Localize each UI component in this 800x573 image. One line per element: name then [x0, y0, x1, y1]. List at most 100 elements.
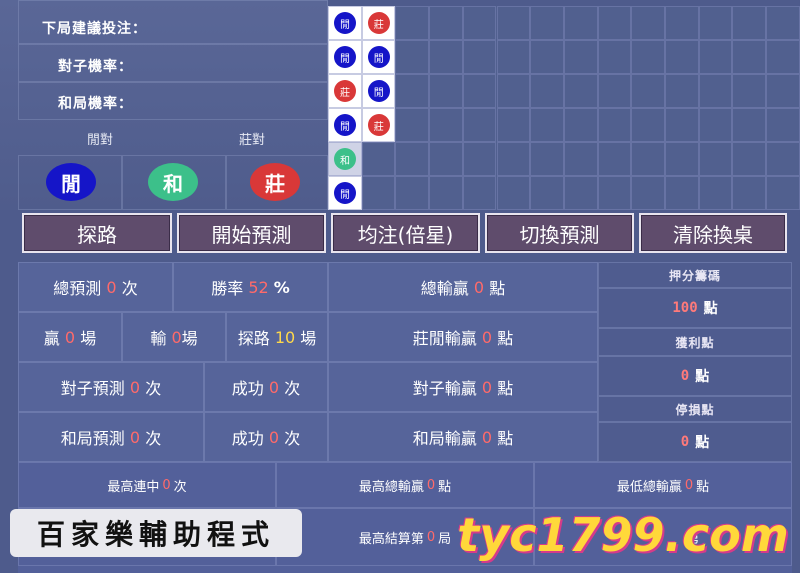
pair-success: 成功 0 次 [204, 362, 328, 412]
min-total-win-loss: 最低總輸贏 0 點 [534, 462, 792, 508]
bead-cell [597, 142, 632, 176]
profit-value-field[interactable]: 0點 [598, 356, 792, 396]
bead-cell [395, 142, 430, 176]
bead-cell [563, 74, 598, 108]
tie-win-loss-value: 0 [481, 427, 493, 447]
bead-cell-filled: 閒 [361, 74, 396, 108]
bead-cell [496, 142, 531, 176]
tie-button[interactable]: 和 [148, 163, 198, 201]
bead-cell [429, 108, 463, 142]
wins: 贏 0 場 [18, 312, 122, 362]
chip-label: 押分籌碼 [598, 262, 792, 288]
bead-cell [665, 40, 699, 74]
bead-cell [732, 40, 767, 74]
max-streak-unit: 次 [173, 479, 187, 495]
win-rate: 勝率 52 % [173, 262, 328, 312]
bead-cell [429, 74, 463, 108]
losses-label: 輸 [150, 329, 167, 348]
tie-rate-label: 和局機率： [58, 96, 133, 112]
bead-cell [597, 40, 632, 74]
road-count-label: 探路 [237, 329, 270, 348]
bp-win-loss-value: 0 [481, 327, 493, 347]
pair-pred-unit: 次 [145, 379, 162, 398]
bead-cell-filled: 莊 [361, 108, 396, 142]
stop-loss-unit: 點 [695, 435, 710, 451]
bead-cell-filled: 莊 [328, 74, 362, 108]
bead-cell [597, 108, 632, 142]
bead-cell [496, 40, 531, 74]
bead-cell [732, 176, 767, 210]
bead-cell [361, 176, 396, 210]
banker-player-win-loss: 莊閒輸贏 0 點 [328, 312, 598, 362]
bead-cell [462, 108, 497, 142]
min-total-label: 最低總輸贏 [616, 479, 682, 495]
bp-win-loss-label: 莊閒輸贏 [412, 329, 477, 348]
switch-predict-button[interactable]: 切換預測 [485, 213, 634, 253]
prediction-panel: 下局建議投注： 對子機率： 和局機率： 閒對 莊對 閒 和 莊 [0, 0, 328, 210]
tie-pred-unit: 次 [145, 429, 162, 448]
min-total-unit: 點 [696, 479, 710, 495]
total-pred-label: 總預測 [53, 279, 102, 298]
tie-win-loss-label: 和局輸贏 [412, 429, 477, 448]
bead-cell [462, 6, 497, 40]
max-total-label: 最高總輸贏 [358, 479, 424, 495]
bead-cell [698, 176, 733, 210]
pair-win-loss-label: 對子輸贏 [412, 379, 477, 398]
banker-pair-label: 莊對 [238, 133, 265, 148]
stop-loss-value-field[interactable]: 0點 [598, 422, 792, 462]
tie-success: 成功 0 次 [204, 412, 328, 462]
stop-loss-label: 停損點 [598, 396, 792, 422]
bead-cell [732, 6, 767, 40]
bead-cell [665, 6, 699, 40]
total-predictions: 總預測 0 次 [18, 262, 173, 312]
pair-win-loss-value: 0 [481, 377, 493, 397]
player-pair-label: 閒對 [86, 133, 113, 148]
bead-cell [530, 40, 564, 74]
bead-cell [766, 40, 800, 74]
player-button[interactable]: 閒 [46, 163, 96, 201]
banker-button[interactable]: 莊 [250, 163, 300, 201]
bead-cell [563, 108, 598, 142]
road-button[interactable]: 探路 [22, 213, 172, 253]
losses: 輸 0場 [122, 312, 226, 362]
profit-value: 0 [680, 368, 690, 384]
bead-cell [530, 108, 564, 142]
bead-cell-filled: 閒 [328, 6, 362, 40]
bead-cell [429, 142, 463, 176]
bead-cell [496, 6, 531, 40]
bead-cell [395, 74, 430, 108]
bead-cell [462, 74, 497, 108]
tie-success-value: 0 [268, 427, 280, 447]
bead-cell [766, 108, 800, 142]
pair-success-unit: 次 [284, 379, 301, 398]
pair-rate-label: 對子機率： [58, 59, 133, 75]
bead-cell-filled: 閒 [361, 40, 396, 74]
bp-win-loss-unit: 點 [497, 329, 514, 348]
chip-value-field[interactable]: 100 點 [598, 288, 792, 328]
bead-cell [563, 40, 598, 74]
flat-bet-button[interactable]: 均注(倍星) [331, 213, 480, 253]
bead-cell [766, 176, 800, 210]
profit-unit: 點 [695, 369, 710, 385]
chip-value: 100 [672, 300, 698, 316]
total-win-loss-unit: 點 [489, 279, 506, 298]
bead-result: 閒 [334, 46, 356, 68]
clear-table-button[interactable]: 清除換桌 [639, 213, 787, 253]
road-count-unit: 場 [300, 329, 317, 348]
bead-result: 閒 [367, 46, 390, 68]
bead-cell [766, 6, 800, 40]
total-win-loss-value: 0 [473, 277, 485, 297]
bead-cell-filled: 閒 [328, 40, 362, 74]
start-predict-button[interactable]: 開始預測 [177, 213, 326, 253]
bead-cell-filled: 閒 [328, 108, 362, 142]
bead-cell [530, 142, 564, 176]
max-streak-label: 最高連中 [107, 479, 160, 495]
bead-cell [462, 176, 497, 210]
next-bet-label: 下局建議投注： [42, 21, 147, 37]
bead-cell [563, 176, 598, 210]
bead-cell [665, 74, 699, 108]
bead-result: 閒 [334, 182, 356, 204]
tie-predictions: 和局預測 0 次 [18, 412, 204, 462]
bead-cell [698, 74, 733, 108]
max-streak: 最高連中 0 次 [18, 462, 276, 508]
